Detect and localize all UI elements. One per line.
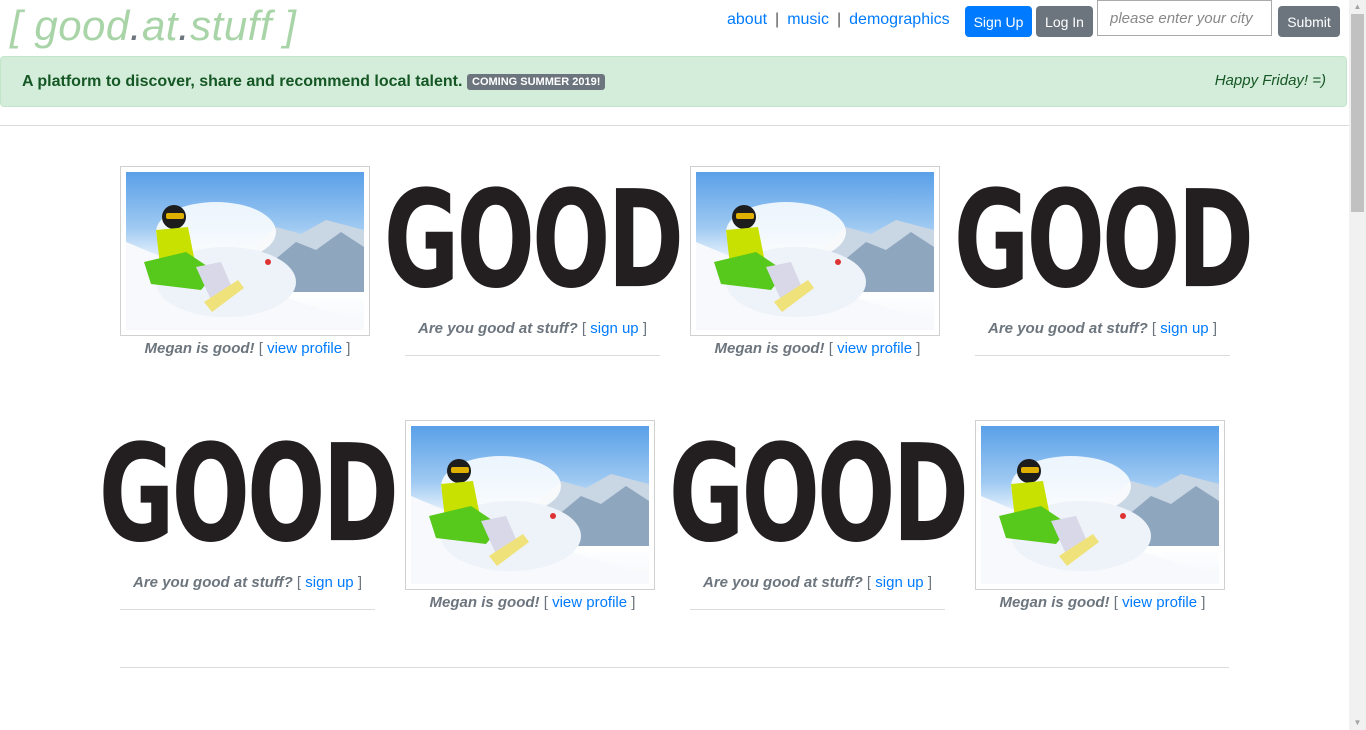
bracket: [ (258, 340, 263, 357)
profile-card: Megan is good! [ view profile ] (120, 166, 375, 357)
bracket: ] (927, 574, 932, 591)
bracket: ] (1212, 320, 1217, 337)
bracket: ] (916, 340, 921, 357)
profile-card: Megan is good! [ view profile ] (405, 420, 660, 611)
site-logo[interactable]: [ good.at.stuff ] (10, 2, 296, 50)
view-profile-link[interactable]: view profile (837, 340, 912, 357)
snowboarder-photo (411, 426, 649, 584)
sign-up-button[interactable]: Sign Up (965, 6, 1032, 37)
profile-photo-frame[interactable] (120, 166, 370, 336)
signup-card: GOOD Are you good at stuff? [ sign up ] (669, 420, 969, 610)
good-graphic: GOOD (384, 166, 684, 316)
good-logo-text: GOOD (668, 416, 969, 573)
bracket: ] (357, 574, 362, 591)
signup-caption: Are you good at stuff? [ sign up ] (975, 320, 1230, 337)
nav-link-demographics[interactable]: demographics (849, 11, 950, 28)
scroll-thumb[interactable] (1351, 14, 1364, 212)
profile-card: Megan is good! [ view profile ] (690, 166, 945, 357)
logo-word-at: at (141, 2, 178, 49)
bracket: [ (828, 340, 833, 357)
sign-up-link[interactable]: sign up (305, 574, 353, 591)
profile-photo-frame[interactable] (405, 420, 655, 590)
sign-up-link[interactable]: sign up (1160, 320, 1208, 337)
profile-photo-frame[interactable] (975, 420, 1225, 590)
logo-dot: . (177, 2, 191, 49)
profile-caption: Megan is good! [ view profile ] (405, 594, 660, 611)
top-nav: about | music | demographics (727, 11, 950, 29)
logo-dot: . (129, 2, 142, 49)
sign-up-link[interactable]: sign up (875, 574, 923, 591)
greeting-text: Happy Friday! =) (1214, 72, 1326, 89)
view-profile-link[interactable]: view profile (552, 594, 627, 611)
submit-button[interactable]: Submit (1278, 6, 1340, 37)
grid-bottom-divider (120, 667, 1229, 668)
profile-caption: Megan is good! [ view profile ] (120, 340, 375, 357)
snowboarder-photo (126, 172, 364, 330)
good-graphic: GOOD (954, 166, 1254, 316)
sign-up-link[interactable]: sign up (590, 320, 638, 337)
coming-soon-badge: COMING SUMMER 2019! (467, 74, 606, 90)
scroll-down-icon[interactable]: ▼ (1349, 716, 1366, 730)
good-logo-text: GOOD (383, 162, 684, 319)
city-input[interactable] (1097, 0, 1272, 36)
bracket: ] (642, 320, 647, 337)
card-divider (975, 355, 1230, 356)
good-graphic: GOOD (99, 420, 399, 570)
signup-caption: Are you good at stuff? [ sign up ] (120, 574, 375, 591)
card-divider (120, 609, 375, 610)
profile-name-text: Megan is good! (999, 594, 1110, 611)
logo-word-stuff: stuff (190, 2, 273, 49)
view-profile-link[interactable]: view profile (1122, 594, 1197, 611)
profile-name-text: Megan is good! (144, 340, 255, 357)
bracket: ] (346, 340, 351, 357)
bracket: [ (296, 574, 302, 591)
header-divider (0, 125, 1349, 126)
profile-name-text: Megan is good! (714, 340, 825, 357)
nav-link-music[interactable]: music (787, 11, 829, 28)
bracket: [ (1113, 594, 1118, 611)
card-divider (690, 609, 945, 610)
card-divider (405, 355, 660, 356)
signup-card: GOOD Are you good at stuff? [ sign up ] (954, 166, 1254, 356)
signup-prompt-text: Are you good at stuff? (133, 574, 293, 591)
snowboarder-photo (696, 172, 934, 330)
bracket: [ (543, 594, 548, 611)
signup-prompt-text: Are you good at stuff? (988, 320, 1148, 337)
snowboarder-photo (981, 426, 1219, 584)
profile-caption: Megan is good! [ view profile ] (975, 594, 1230, 611)
profile-photo-frame[interactable] (690, 166, 940, 336)
bracket: ] (631, 594, 636, 611)
profile-card: Megan is good! [ view profile ] (975, 420, 1230, 611)
nav-link-about[interactable]: about (727, 11, 767, 28)
bracket: [ (581, 320, 587, 337)
good-graphic: GOOD (669, 420, 969, 570)
profile-name-text: Megan is good! (429, 594, 540, 611)
tagline: A platform to discover, share and recomm… (22, 73, 463, 90)
nav-separator: | (836, 11, 842, 28)
view-profile-link[interactable]: view profile (267, 340, 342, 357)
nav-separator: | (775, 11, 780, 28)
announcement-banner: A platform to discover, share and recomm… (0, 56, 1347, 107)
scroll-up-icon[interactable]: ▲ (1349, 0, 1366, 14)
logo-bracket-open: [ (10, 2, 35, 49)
profile-caption: Megan is good! [ view profile ] (690, 340, 945, 357)
good-logo-text: GOOD (98, 416, 399, 573)
good-logo-text: GOOD (953, 162, 1254, 319)
signup-prompt-text: Are you good at stuff? (703, 574, 863, 591)
logo-word-good: good (34, 2, 130, 49)
logo-bracket-close: ] (272, 2, 297, 49)
signup-caption: Are you good at stuff? [ sign up ] (405, 320, 660, 337)
signup-card: GOOD Are you good at stuff? [ sign up ] (384, 166, 684, 356)
log-in-button[interactable]: Log In (1036, 6, 1093, 37)
signup-card: GOOD Are you good at stuff? [ sign up ] (99, 420, 399, 610)
signup-prompt-text: Are you good at stuff? (418, 320, 578, 337)
bracket: [ (866, 574, 872, 591)
bracket: ] (1201, 594, 1206, 611)
page-scrollbar[interactable]: ▲ ▼ (1349, 0, 1366, 730)
signup-caption: Are you good at stuff? [ sign up ] (690, 574, 945, 591)
bracket: [ (1151, 320, 1157, 337)
